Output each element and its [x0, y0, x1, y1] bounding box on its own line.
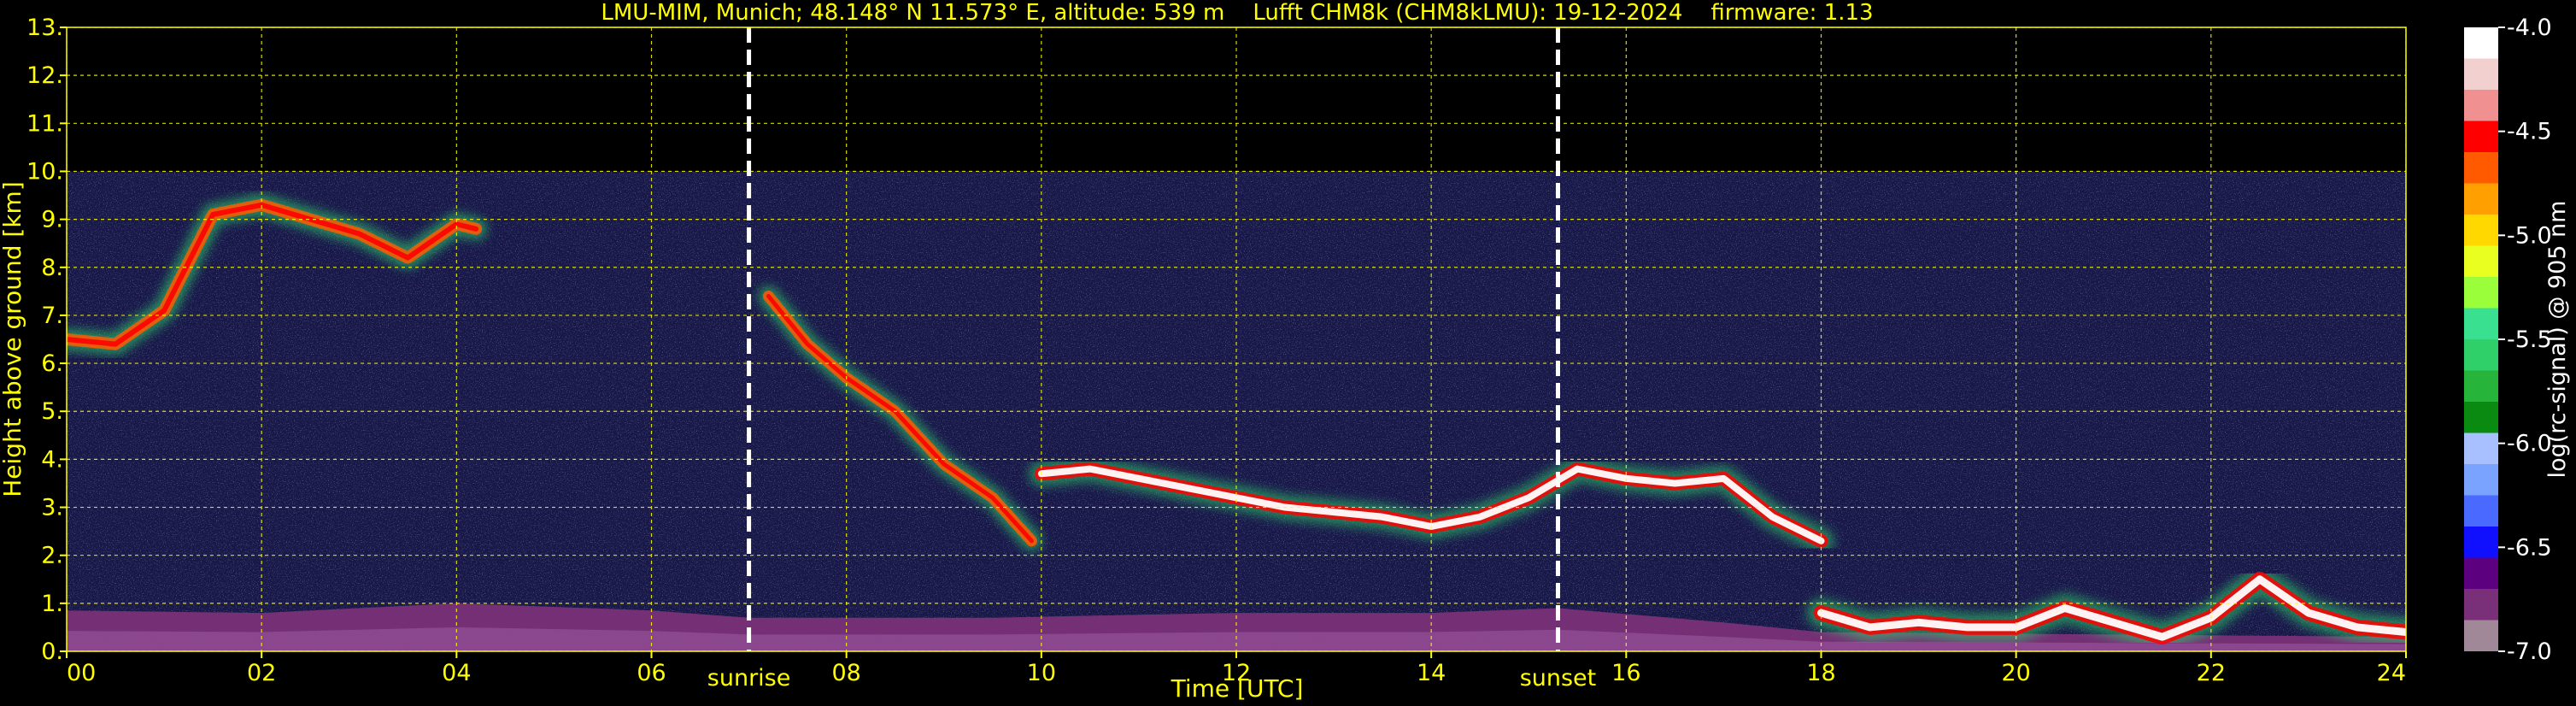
colorbar-label: log(rc-signal) @ 905 nm [2544, 201, 2571, 479]
y-tick-label: 9. [41, 207, 63, 233]
y-tick-label: 1. [41, 591, 63, 617]
x-tick-label: 02 [247, 660, 276, 686]
x-tick-label: 22 [2197, 660, 2226, 686]
y-tick-label: 4. [41, 446, 63, 473]
y-tick-label: 0. [41, 638, 63, 665]
y-tick-label: 2. [41, 543, 63, 569]
y-tick-label: 8. [41, 255, 63, 281]
y-tick-label: 5. [41, 398, 63, 425]
chart-title: LMU-MIM, Munich; 48.148° N 11.573° E, al… [601, 0, 1873, 26]
y-tick-label: 6. [41, 350, 63, 377]
ceilometer-chart: LMU-MIM, Munich; 48.148° N 11.573° E, al… [0, 0, 2571, 703]
y-tick-label: 7. [41, 303, 63, 329]
x-axis-label: Time [UTC] [1171, 674, 1304, 703]
x-tick-label: 18 [1806, 660, 1835, 686]
colorbar-tick-label: -4.0 [2507, 15, 2552, 41]
colorbar-tick-label: -4.5 [2507, 119, 2552, 145]
y-tick-label: 13. [26, 15, 63, 41]
colorbar [2464, 27, 2498, 651]
y-tick-label: 12. [26, 62, 63, 89]
colorbar-tick-label: -7.0 [2507, 638, 2552, 665]
y-tick-label: 10. [26, 158, 63, 185]
x-tick-label: 06 [637, 660, 666, 686]
x-tick-label: 14 [1417, 660, 1446, 686]
y-tick-label: 11. [26, 110, 63, 137]
y-axis-ticks: 0. 1. 2. 3. 4. 5. 6. 7. 8. 9. 10. 11. 12. 13. [26, 15, 67, 665]
x-tick-label: 24 [2377, 660, 2406, 686]
x-tick-label: 00 [67, 660, 96, 686]
x-tick-label: 16 [1611, 660, 1640, 686]
x-tick-label: 08 [831, 660, 860, 686]
event-label-sunset: sunset [1520, 665, 1597, 691]
x-tick-label: 10 [1027, 660, 1056, 686]
y-tick-label: 3. [41, 495, 63, 521]
colorbar-tick-label: -6.5 [2507, 534, 2552, 561]
x-tick-label: 20 [2001, 660, 2030, 686]
event-label-sunrise: sunrise [707, 665, 791, 691]
x-tick-label: 04 [442, 660, 471, 686]
y-axis-label: Height above ground [km] [0, 181, 26, 497]
